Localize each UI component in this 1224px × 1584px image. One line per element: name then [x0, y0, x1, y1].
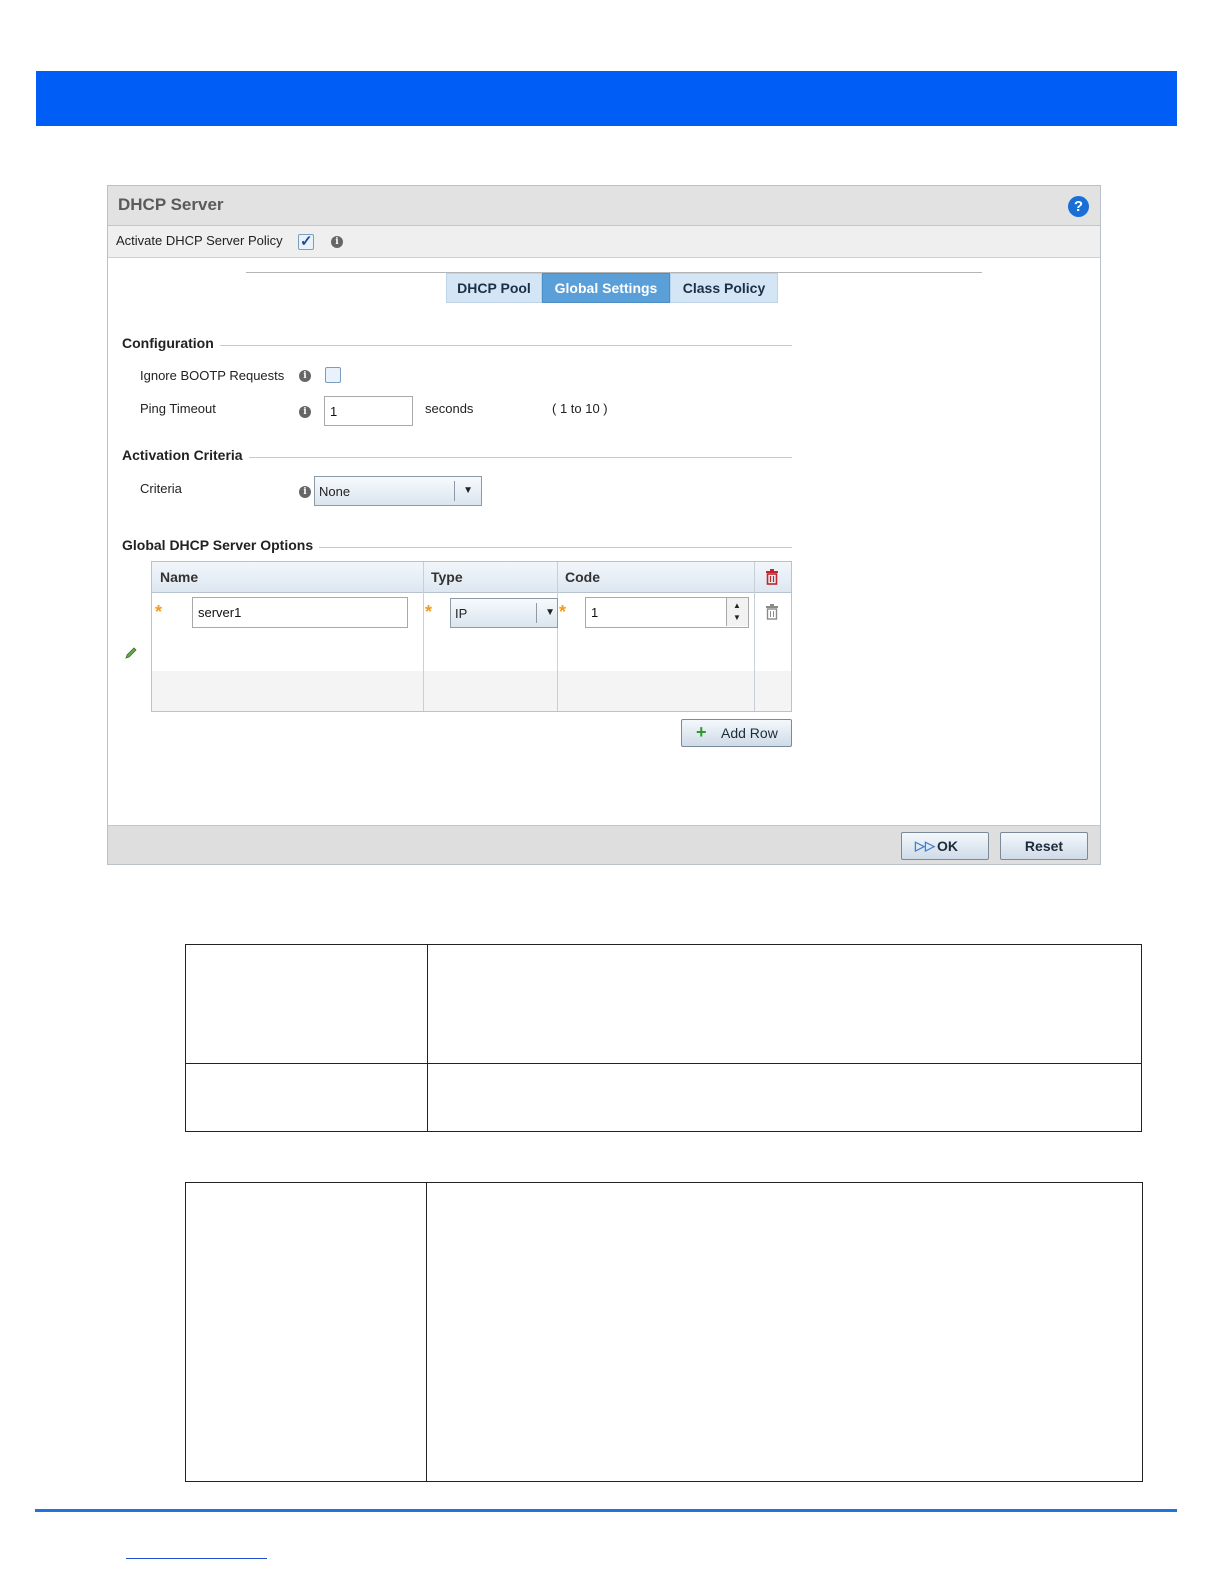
required-star-icon: *: [425, 602, 433, 622]
delete-row-trash-icon[interactable]: [765, 604, 779, 620]
activation-section-title: Activation Criteria: [122, 447, 249, 463]
tab-dhcp-pool[interactable]: DHCP Pool: [446, 273, 542, 303]
table-column-divider: [427, 945, 428, 1131]
column-divider: [423, 562, 424, 711]
top-banner: [36, 71, 1177, 126]
dialog-title: DHCP Server: [118, 195, 224, 214]
select-separator: [536, 603, 537, 623]
activate-policy-row: Activate DHCP Server Policy i: [108, 226, 1100, 258]
stepper-buttons[interactable]: ▲ ▼: [726, 598, 748, 626]
options-table: Name Type Code * server1 * IP ▼ * 1 ▲ ▼: [151, 561, 792, 712]
ok-button[interactable]: ▷▷ OK: [901, 832, 989, 860]
ping-timeout-label: Ping Timeout: [140, 401, 216, 416]
delete-all-trash-icon[interactable]: [765, 569, 779, 585]
table-column-divider: [426, 1183, 427, 1481]
fast-forward-icon: ▷▷: [915, 838, 935, 853]
configuration-section-title: Configuration: [122, 335, 220, 351]
dhcp-server-dialog: DHCP Server ? Activate DHCP Server Polic…: [107, 185, 1101, 865]
stepper-up-icon[interactable]: ▲: [733, 601, 741, 610]
reset-button[interactable]: Reset: [1000, 832, 1088, 860]
criteria-value: None: [319, 484, 351, 499]
activate-policy-checkbox[interactable]: [298, 232, 314, 250]
column-header-name: Name: [160, 569, 199, 585]
required-star-icon: *: [559, 602, 567, 622]
add-row-button[interactable]: + Add Row: [681, 719, 792, 747]
column-header-code: Code: [565, 569, 600, 585]
add-row-label: Add Row: [721, 725, 778, 741]
column-divider: [754, 562, 755, 711]
option-code-value: 1: [591, 605, 599, 620]
criteria-label: Criteria: [140, 481, 182, 496]
activate-policy-label: Activate DHCP Server Policy: [116, 233, 283, 248]
ping-timeout-unit: seconds: [425, 401, 474, 416]
info-icon[interactable]: i: [331, 236, 343, 248]
ok-label: OK: [937, 838, 958, 854]
options-section-title: Global DHCP Server Options: [122, 537, 320, 553]
help-icon[interactable]: ?: [1068, 196, 1089, 217]
description-table-2: [185, 1182, 1143, 1482]
options-table-header: Name Type Code: [152, 562, 791, 593]
option-code-stepper[interactable]: 1 ▲ ▼: [585, 597, 749, 628]
info-icon[interactable]: i: [299, 370, 311, 382]
info-icon[interactable]: i: [299, 486, 311, 498]
ping-timeout-input[interactable]: 1: [324, 396, 413, 426]
dialog-header: DHCP Server ?: [108, 186, 1100, 226]
option-name-input[interactable]: server1: [192, 597, 408, 628]
stepper-down-icon[interactable]: ▼: [733, 613, 741, 622]
required-star-icon: *: [155, 602, 163, 622]
tab-global-settings[interactable]: Global Settings: [542, 273, 670, 303]
ignore-bootp-label: Ignore BOOTP Requests: [140, 368, 285, 383]
chevron-down-icon: ▼: [545, 607, 555, 618]
criteria-select[interactable]: None ▼: [314, 476, 482, 506]
description-table-1: [185, 944, 1142, 1132]
chevron-down-icon: ▼: [463, 485, 473, 496]
table-row: [186, 945, 1141, 1064]
option-type-select[interactable]: IP ▼: [450, 598, 558, 628]
column-header-type: Type: [431, 569, 463, 585]
section-divider: [122, 345, 792, 346]
footer-rule: [35, 1509, 1177, 1512]
option-type-value: IP: [455, 606, 468, 621]
dialog-footer: ▷▷ OK Reset: [108, 825, 1100, 864]
ignore-bootp-checkbox[interactable]: [325, 367, 341, 383]
plus-icon: +: [696, 722, 707, 742]
ping-timeout-range: ( 1 to 10 ): [552, 401, 608, 416]
column-divider: [557, 562, 558, 711]
select-separator: [454, 481, 455, 501]
table-empty-row: [152, 671, 791, 711]
info-icon[interactable]: i: [299, 406, 311, 418]
edit-pencil-icon: [125, 647, 137, 659]
tab-class-policy[interactable]: Class Policy: [670, 273, 778, 303]
footer-link-underline: [126, 1558, 267, 1559]
